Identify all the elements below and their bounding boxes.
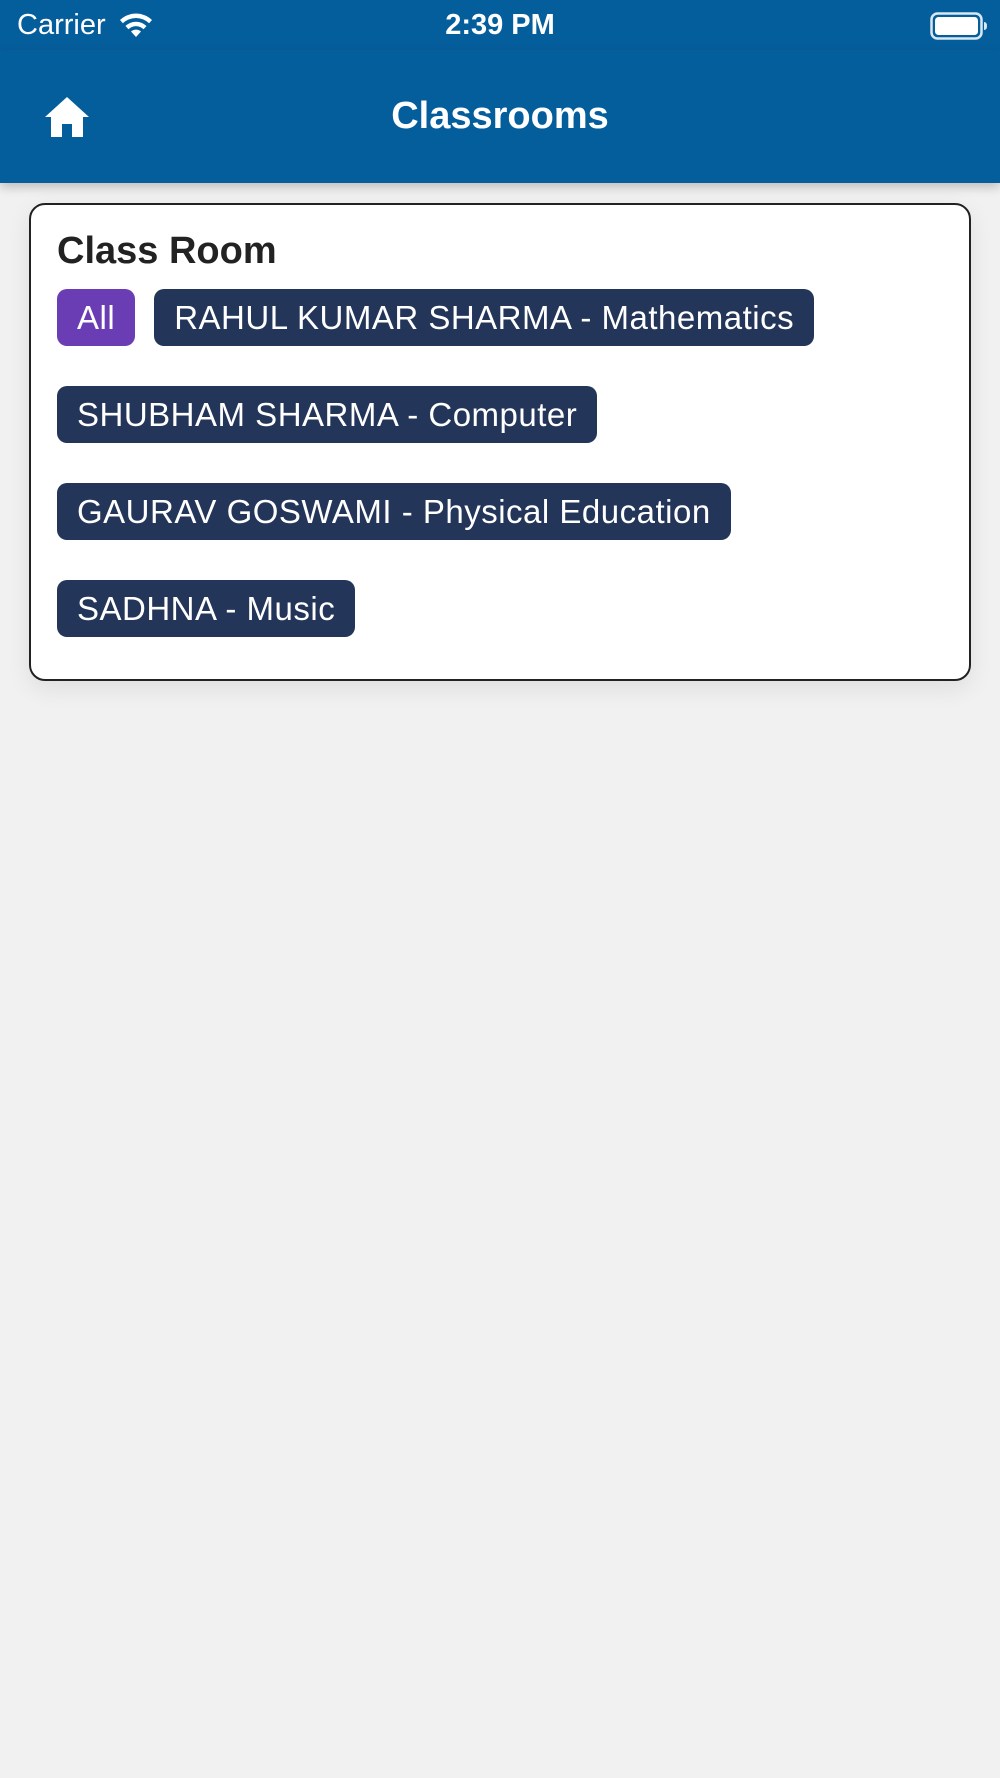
card-title: Class Room [57,230,277,272]
status-time: 2:39 PM [445,9,555,41]
chip-all[interactable]: All [57,289,136,346]
chip-shubham-sharma-computer[interactable]: SHUBHAM SHARMA - Computer [57,386,598,443]
battery-full-icon [930,12,987,40]
chip-gaurav-goswami-physical-education[interactable]: GAURAV GOSWAMI - Physical Education [57,483,731,540]
chip-sadhna-music[interactable]: SADHNA - Music [57,580,356,637]
classroom-chip-list: All RAHUL KUMAR SHARMA - Mathematics SHU… [57,289,937,637]
chip-rahul-kumar-sharma-mathematics[interactable]: RAHUL KUMAR SHARMA - Mathematics [154,289,815,346]
app-bar: Classrooms [0,50,1000,183]
classroom-card: Class Room All RAHUL KUMAR SHARMA - Math… [29,203,971,681]
status-bar: Carrier 2:39 PM [0,0,1000,50]
page-title: Classrooms [391,95,609,137]
